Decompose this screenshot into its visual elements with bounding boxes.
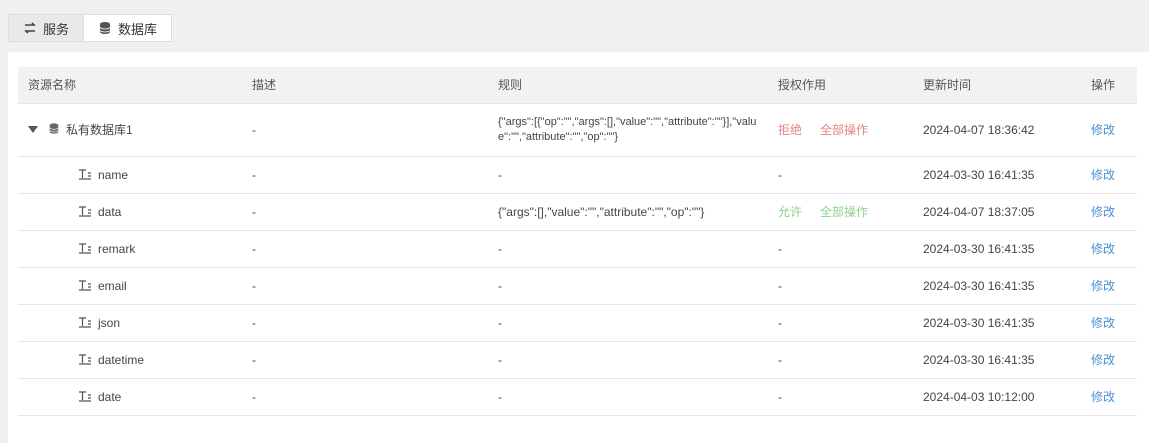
field-rule: - [488, 341, 768, 379]
field-name: json [98, 315, 121, 330]
field-updated: 2024-03-30 16:41:35 [913, 156, 1081, 194]
auth-effect: - [778, 315, 782, 330]
tab-service-label: 服务 [43, 21, 70, 37]
field-name: datetime [98, 352, 145, 367]
edit-link[interactable]: 修改 [1091, 353, 1115, 367]
auth-scope: 全部操作 [820, 205, 869, 219]
field-rule: {"args":[],"value":"","attribute":"","op… [488, 193, 768, 231]
resource-name: 私有数据库1 [66, 123, 133, 137]
auth-effect: - [778, 278, 782, 293]
field-name: remark [98, 241, 136, 256]
field-rule: - [488, 304, 768, 342]
table-row: json - - -2024-03-30 16:41:35 修改 [18, 304, 1137, 342]
resource-desc: - [242, 103, 488, 157]
field-rule: - [488, 230, 768, 268]
auth-effect: - [778, 241, 782, 256]
field-desc: - [242, 267, 488, 305]
tab-bar: 服务 数据库 [8, 14, 173, 42]
edit-link[interactable]: 修改 [1091, 205, 1115, 219]
table-row: name - - -2024-03-30 16:41:35 修改 [18, 156, 1137, 194]
header-name: 资源名称 [18, 67, 242, 104]
field-desc: - [242, 378, 488, 416]
edit-link[interactable]: 修改 [1091, 123, 1115, 137]
auth-effect: - [778, 352, 782, 367]
table-row: email - - -2024-03-30 16:41:35 修改 [18, 267, 1137, 305]
table-row: data - {"args":[],"value":"","attribute":"… [18, 193, 1137, 231]
field-updated: 2024-03-30 16:41:35 [913, 267, 1081, 305]
edit-link[interactable]: 修改 [1091, 390, 1115, 404]
field-desc: - [242, 304, 488, 342]
auth-effect: - [778, 167, 782, 182]
field-rule: - [488, 156, 768, 194]
header-updated: 更新时间 [913, 67, 1081, 104]
field-name: date [98, 389, 122, 404]
table-row: remark - - -2024-03-30 16:41:35 修改 [18, 230, 1137, 268]
table-header-row: 资源名称 描述 规则 授权作用 更新时间 操作 [18, 67, 1137, 104]
auth-scope: 全部操作 [820, 123, 869, 137]
header-desc: 描述 [242, 67, 488, 104]
tab-service[interactable]: 服务 [9, 15, 83, 41]
field-updated: 2024-03-30 16:41:35 [913, 304, 1081, 342]
text-field-icon [78, 168, 92, 181]
field-updated: 2024-04-03 10:12:00 [913, 378, 1081, 416]
resource-table: 资源名称 描述 规则 授权作用 更新时间 操作 私有数据库1 - {"args"… [18, 67, 1137, 416]
tab-database[interactable]: 数据库 [83, 15, 172, 41]
field-updated: 2024-03-30 16:41:35 [913, 341, 1081, 379]
table-row-parent: 私有数据库1 - {"args":[{"op":"","args":[],"va… [18, 103, 1137, 157]
header-auth: 授权作用 [768, 67, 913, 104]
field-name: name [98, 167, 129, 182]
text-field-icon [78, 316, 92, 329]
table-row: date - - -2024-04-03 10:12:00 修改 [18, 378, 1137, 416]
database-icon [98, 21, 112, 35]
auth-effect: 允许 [778, 205, 803, 219]
expand-toggle-icon[interactable] [28, 126, 38, 133]
edit-link[interactable]: 修改 [1091, 242, 1115, 256]
header-rule: 规则 [488, 67, 768, 104]
table-row: datetime - - -2024-03-30 16:41:35 修改 [18, 341, 1137, 379]
edit-link[interactable]: 修改 [1091, 168, 1115, 182]
field-name: data [98, 204, 122, 219]
header-op: 操作 [1081, 67, 1137, 104]
field-rule: - [488, 267, 768, 305]
field-updated: 2024-03-30 16:41:35 [913, 230, 1081, 268]
field-rule: - [488, 378, 768, 416]
field-updated: 2024-04-07 18:37:05 [913, 193, 1081, 231]
field-desc: - [242, 230, 488, 268]
resource-panel: 资源名称 描述 规则 授权作用 更新时间 操作 私有数据库1 - {"args"… [8, 52, 1149, 443]
text-field-icon [78, 205, 92, 218]
edit-link[interactable]: 修改 [1091, 316, 1115, 330]
auth-effect: - [778, 389, 782, 404]
field-name: email [98, 278, 127, 293]
field-desc: - [242, 193, 488, 231]
text-field-icon [78, 353, 92, 366]
field-desc: - [242, 156, 488, 194]
field-desc: - [242, 341, 488, 379]
resource-updated: 2024-04-07 18:36:42 [913, 103, 1081, 157]
text-field-icon [78, 390, 92, 403]
edit-link[interactable]: 修改 [1091, 279, 1115, 293]
auth-effect: 拒绝 [778, 123, 803, 137]
swap-icon [23, 21, 37, 35]
text-field-icon [78, 279, 92, 292]
text-field-icon [78, 242, 92, 255]
tab-database-label: 数据库 [118, 21, 158, 37]
resource-rule: {"args":[{"op":"","args":[],"value":"","… [498, 115, 757, 143]
database-icon [48, 122, 60, 138]
